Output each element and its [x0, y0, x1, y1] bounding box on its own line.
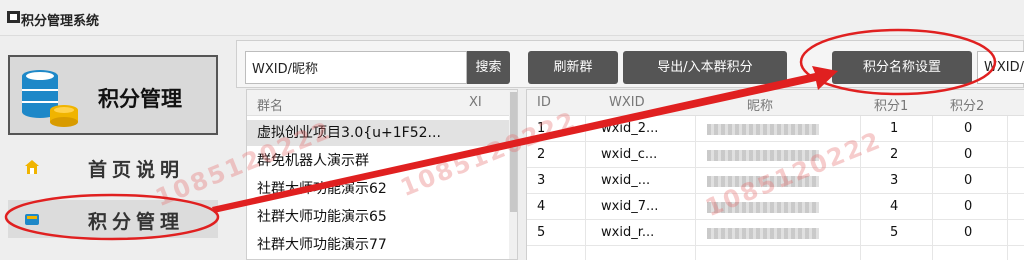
table-row[interactable]: 2 wxid_c... 2 0: [527, 142, 1024, 168]
database-icon: [22, 70, 78, 127]
app-icon: [7, 11, 20, 23]
cell-id: 5: [537, 225, 546, 240]
search-button[interactable]: 搜索: [467, 51, 510, 84]
sidebar: 积分管理 首页说明 积分管理: [0, 37, 232, 260]
table-row[interactable]: 4 wxid_7... 4 0: [527, 194, 1024, 220]
list-item[interactable]: 社群大师功能演示62: [247, 176, 509, 202]
cell-points2: 0: [964, 173, 973, 188]
cell-points1: 4: [890, 199, 899, 214]
sidebar-item-label: 积分管理: [88, 211, 185, 233]
member-table-header: ID WXID 昵称 积分1 积分2: [527, 90, 1024, 116]
cell-points2: 0: [964, 121, 973, 136]
column-header-nickname[interactable]: 昵称: [747, 95, 773, 114]
home-icon: [25, 160, 39, 174]
blurred-nickname: [707, 228, 819, 239]
cell-wxid: wxid_7...: [601, 199, 659, 214]
blurred-nickname: [707, 124, 819, 135]
cell-id: 4: [537, 199, 546, 214]
table-row[interactable]: 1 wxid_2... 1 0: [527, 116, 1024, 142]
logo-panel: 积分管理: [8, 55, 218, 135]
cell-points2: 0: [964, 225, 973, 240]
member-search-input[interactable]: WXID/: [977, 51, 1024, 84]
cell-id: 2: [537, 147, 546, 162]
cell-points2: 0: [964, 147, 973, 162]
app-title: 积分管理系统: [21, 14, 100, 29]
column-header-group-name[interactable]: 群名: [257, 95, 283, 114]
points-icon: [25, 214, 39, 225]
column-header-points1[interactable]: 积分1: [874, 95, 908, 114]
list-item[interactable]: 社群大师功能演示65: [247, 204, 509, 230]
cell-points1: 3: [890, 173, 899, 188]
export-import-points-button[interactable]: 导出/入本群积分: [623, 51, 787, 84]
list-item[interactable]: 社群大师功能演示77: [247, 232, 509, 258]
logo-text: 积分管理: [98, 87, 182, 111]
search-input[interactable]: [245, 51, 467, 84]
cell-points1: 2: [890, 147, 899, 162]
cell-points2: 0: [964, 199, 973, 214]
points-name-settings-button[interactable]: 积分名称设置: [832, 51, 972, 84]
group-list: 群名 XI 虚拟创业项目3.0{u+1F52... 群免机器人演示群 社群大师功…: [246, 89, 518, 260]
cell-wxid: wxid_c...: [601, 147, 658, 162]
cell-wxid: wxid_...: [601, 173, 651, 188]
cell-points1: 1: [890, 121, 899, 136]
column-header-xi[interactable]: XI: [469, 95, 482, 110]
column-header-wxid[interactable]: WXID: [609, 95, 645, 110]
group-list-header: 群名 XI: [247, 90, 517, 116]
cell-points1: 5: [890, 225, 899, 240]
title-bar: 积分管理系统: [0, 0, 1024, 36]
cell-id: 3: [537, 173, 546, 188]
table-row[interactable]: 5 wxid_r... 5 0: [527, 220, 1024, 246]
toolbar: 搜索 刷新群 导出/入本群积分 积分名称设置 WXID/: [236, 40, 1024, 88]
sidebar-item-points[interactable]: 积分管理: [8, 200, 218, 238]
column-header-id[interactable]: ID: [537, 95, 551, 110]
cell-wxid: wxid_r...: [601, 225, 655, 240]
column-header-points2[interactable]: 积分2: [950, 95, 984, 114]
cell-wxid: wxid_2...: [601, 121, 659, 136]
refresh-groups-button[interactable]: 刷新群: [528, 51, 618, 84]
